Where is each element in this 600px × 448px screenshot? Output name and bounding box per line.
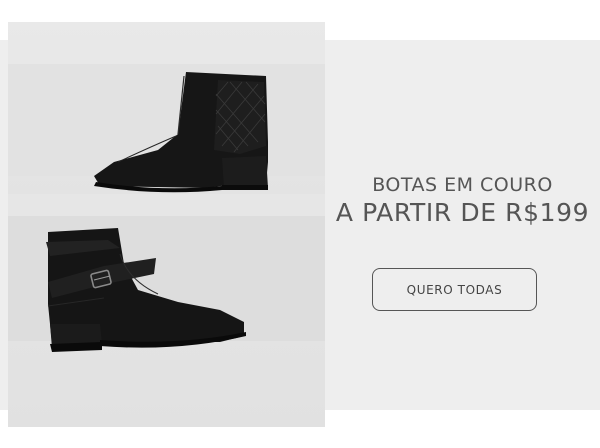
buckle-ankle-boot-photo[interactable] bbox=[8, 194, 325, 427]
buckle-ankle-boot-image bbox=[46, 228, 246, 352]
product-image-panel[interactable] bbox=[8, 22, 325, 427]
headline-line-2-price: A PARTIR DE R$199 bbox=[335, 198, 590, 227]
promo-copy: BOTAS EM COURO A PARTIR DE R$199 bbox=[325, 172, 600, 228]
headline-line-1: BOTAS EM COURO bbox=[372, 174, 553, 196]
quilted-ankle-boot-photo[interactable] bbox=[8, 22, 325, 194]
quero-todas-button[interactable]: QUERO TODAS bbox=[372, 268, 537, 311]
quilted-ankle-boot-image bbox=[94, 72, 268, 193]
